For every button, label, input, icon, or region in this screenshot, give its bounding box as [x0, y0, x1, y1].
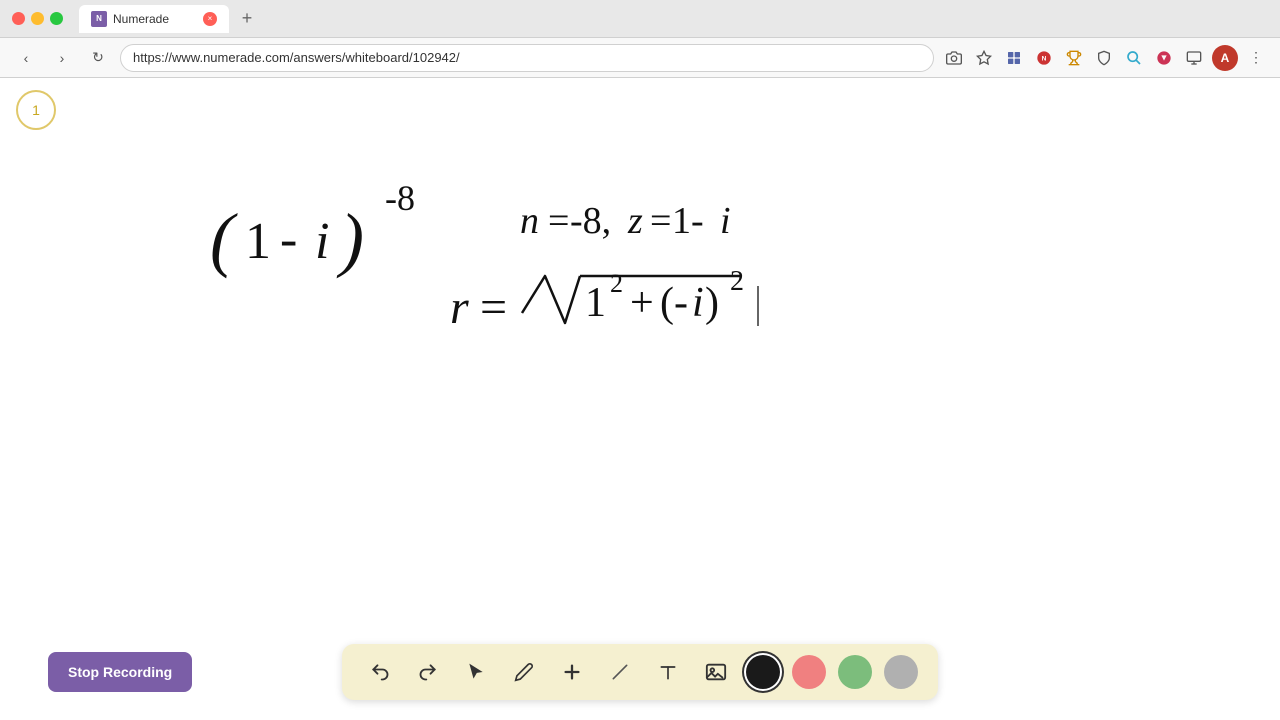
- math-content-area: ( 1 - i ) -8 n = -8, z = 1- i: [200, 158, 1180, 363]
- forward-button[interactable]: ›: [48, 44, 76, 72]
- back-button[interactable]: ‹: [12, 44, 40, 72]
- svg-text:z: z: [627, 200, 643, 242]
- svg-text:i: i: [315, 213, 329, 270]
- svg-text:-8: -8: [385, 178, 415, 218]
- svg-text:=: =: [548, 200, 569, 242]
- svg-text:2: 2: [610, 269, 623, 298]
- active-tab[interactable]: N Numerade ×: [79, 5, 229, 33]
- refresh-button[interactable]: ↻: [84, 44, 112, 72]
- trophy-icon[interactable]: [1062, 46, 1086, 70]
- minimize-button[interactable]: [31, 12, 44, 25]
- svg-text:-: -: [280, 211, 297, 268]
- page-indicator: 1: [16, 90, 56, 130]
- svg-text:r: r: [450, 281, 469, 334]
- svg-text:=: =: [480, 281, 507, 334]
- numerade-ext-icon[interactable]: N: [1032, 46, 1056, 70]
- pen-tool-button[interactable]: [506, 654, 542, 690]
- eraser-tool-button[interactable]: [602, 654, 638, 690]
- tab-favicon: N: [91, 11, 107, 27]
- image-tool-button[interactable]: [698, 654, 734, 690]
- close-button[interactable]: [12, 12, 25, 25]
- camera-icon[interactable]: [942, 46, 966, 70]
- svg-text:2: 2: [730, 266, 744, 297]
- new-tab-button[interactable]: +: [233, 5, 261, 33]
- svg-text:1-: 1-: [672, 200, 704, 242]
- color-pink[interactable]: [792, 655, 826, 689]
- svg-text:n: n: [520, 200, 539, 242]
- url-bar[interactable]: https://www.numerade.com/answers/whitebo…: [120, 44, 934, 72]
- page-content: 1 ( 1 - i ) -8 n = -8, z: [0, 78, 1280, 720]
- drawing-toolbar: [342, 644, 938, 700]
- svg-text:(: (: [210, 199, 238, 279]
- color-black[interactable]: [746, 655, 780, 689]
- svg-text:(-: (-: [660, 280, 688, 326]
- color-gray[interactable]: [884, 655, 918, 689]
- title-bar: N Numerade × +: [0, 0, 1280, 38]
- redo-button[interactable]: [410, 654, 446, 690]
- tab-label: Numerade: [113, 12, 169, 26]
- stop-recording-button[interactable]: Stop Recording: [48, 652, 192, 692]
- extensions-icon[interactable]: [1002, 46, 1026, 70]
- page-number: 1: [32, 102, 40, 118]
- svg-text:1: 1: [585, 280, 606, 326]
- text-tool-button[interactable]: [650, 654, 686, 690]
- vivaldi-icon[interactable]: [1152, 46, 1176, 70]
- svg-text:i: i: [720, 200, 731, 242]
- add-tool-button[interactable]: [554, 654, 590, 690]
- window-icon[interactable]: [1182, 46, 1206, 70]
- svg-text:i: i: [692, 280, 704, 326]
- browser-window: N Numerade × + ‹ › ↻ https://www.numerad…: [0, 0, 1280, 720]
- math-formula-svg: ( 1 - i ) -8 n = -8, z = 1- i: [200, 158, 1100, 358]
- maximize-button[interactable]: [50, 12, 63, 25]
- address-bar: ‹ › ↻ https://www.numerade.com/answers/w…: [0, 38, 1280, 78]
- tab-bar: N Numerade × +: [79, 5, 1268, 33]
- shield-icon[interactable]: [1092, 46, 1116, 70]
- cursor-tool-button[interactable]: [458, 654, 494, 690]
- undo-button[interactable]: [362, 654, 398, 690]
- star-icon[interactable]: [972, 46, 996, 70]
- svg-text:): ): [705, 280, 719, 326]
- svg-text:N: N: [1042, 55, 1047, 62]
- traffic-lights: [12, 12, 63, 25]
- svg-text:): ): [336, 199, 364, 279]
- svg-text:=: =: [650, 200, 671, 242]
- svg-text:+: +: [630, 280, 654, 326]
- svg-text:1: 1: [245, 213, 271, 270]
- search-icon[interactable]: [1122, 46, 1146, 70]
- browser-toolbar-icons: N A ⋮: [942, 45, 1268, 71]
- svg-text:-8,: -8,: [570, 200, 611, 242]
- profile-icon[interactable]: A: [1212, 45, 1238, 71]
- menu-icon[interactable]: ⋮: [1244, 46, 1268, 70]
- color-green[interactable]: [838, 655, 872, 689]
- tab-close-button[interactable]: ×: [203, 12, 217, 26]
